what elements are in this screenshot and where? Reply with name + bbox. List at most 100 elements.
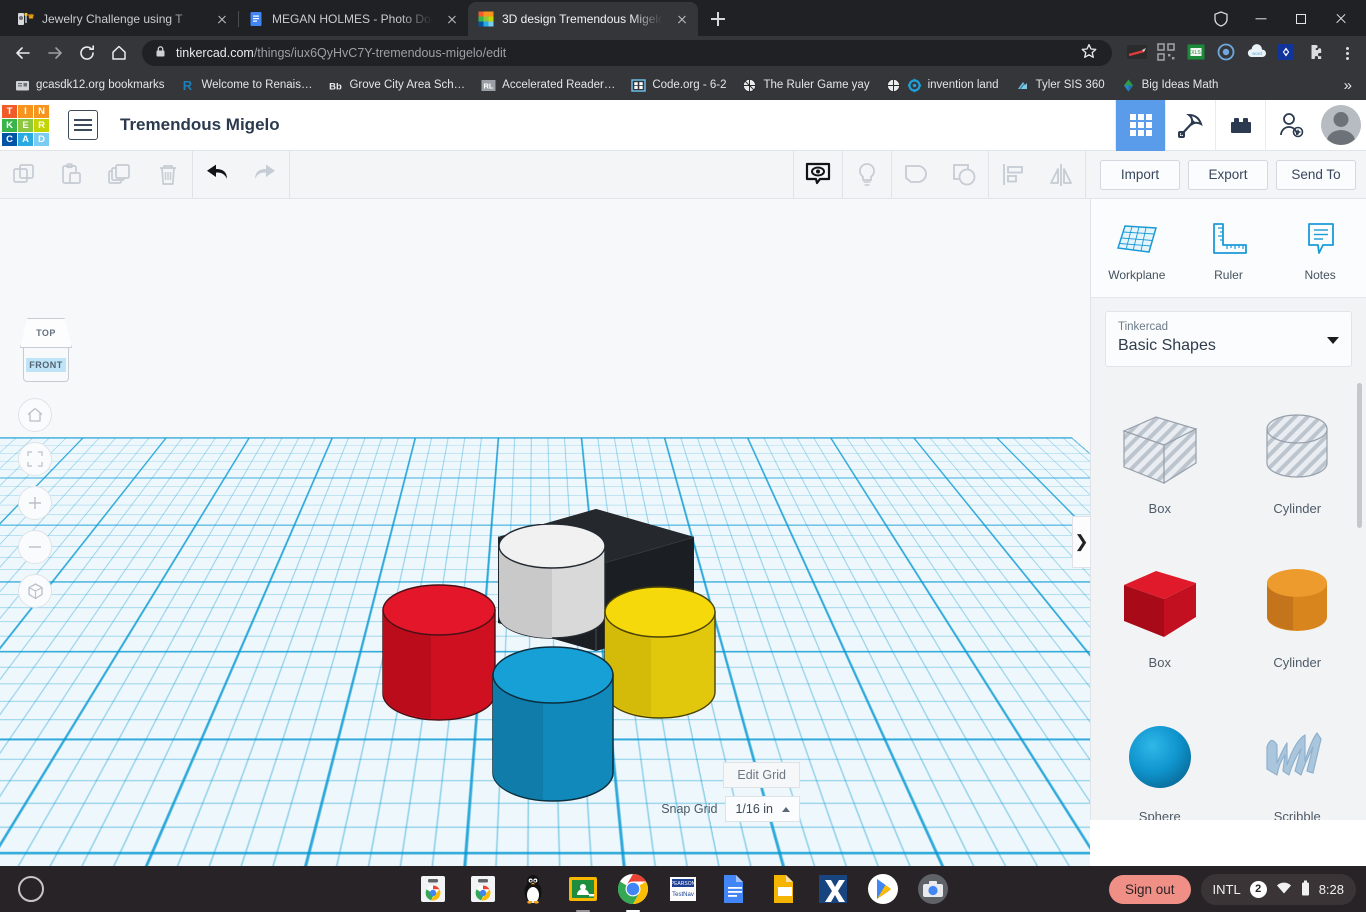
ruler-tool[interactable]: Ruler [1191,222,1265,282]
close-tab-1-icon[interactable] [214,11,230,27]
workplane-tool[interactable]: Workplane [1100,222,1174,282]
new-tab-button[interactable] [704,5,732,33]
close-tab-3-icon[interactable] [674,11,690,27]
security-shield-icon[interactable] [1212,10,1230,28]
browser-tab-2[interactable]: MEGAN HOLMES - Photo Docum [238,2,468,36]
snap-grid-select[interactable]: 1/16 in [725,796,800,822]
bookmark-item-1[interactable]: R Welcome to Renais… [173,75,319,96]
home-view-button[interactable] [18,398,52,432]
codeblocks-pickaxe-icon[interactable] [1165,99,1215,151]
puzzle-extensions-icon[interactable] [1306,42,1328,64]
shape-item-sphere[interactable]: Sphere [1091,695,1229,820]
user-avatar[interactable] [1315,100,1366,151]
xtramath-icon[interactable] [817,873,849,905]
camera-icon[interactable] [917,873,949,905]
zoom-in-button[interactable] [18,486,52,520]
address-bar[interactable]: tinkercad.com/things/iux6QyHvC7Y-tremend… [142,40,1112,66]
notes-tool[interactable]: Notes [1283,222,1357,282]
send-to-button[interactable]: Send To [1276,159,1356,190]
bookmark-item-0[interactable]: gcasdk12.org bookmarks [8,75,171,96]
cloud-icon[interactable]: word [1246,42,1268,64]
white-cylinder[interactable] [497,523,607,649]
shape-item-solid-box[interactable]: Box [1091,541,1229,693]
bookmark-item-5[interactable]: The Ruler Game yay [735,75,876,96]
project-list-menu-icon[interactable] [68,110,98,140]
pen-extension-icon[interactable] [1126,42,1148,64]
blue-cylinder[interactable] [491,645,615,822]
collapse-panel-handle[interactable]: ❯ [1072,516,1090,568]
invite-person-icon[interactable] [1265,99,1315,151]
pearson-testnav-icon[interactable]: PEARSON TestNav [667,873,699,905]
google-docs-icon[interactable] [717,873,749,905]
perspective-toggle-button[interactable] [18,574,52,608]
align-icon[interactable] [989,151,1037,199]
mirror-icon[interactable] [1037,151,1085,199]
minimize-window-button[interactable] [1242,6,1280,32]
shape-item-scribble[interactable]: Scribble [1229,695,1366,820]
copy-icon[interactable] [0,151,48,199]
shape-library-select[interactable]: Tinkercad Basic Shapes [1105,311,1352,367]
tux-linux-icon[interactable] [517,873,549,905]
undo-icon[interactable] [193,151,241,199]
bookmark-item-4[interactable]: Code.org - 6-2 [624,75,733,96]
design-canvas[interactable]: TOP FRONT Edit Grid Snap Grid 1/16 in [0,199,1090,866]
google-play-icon[interactable] [867,873,899,905]
bookmark-star-icon[interactable] [1080,42,1102,64]
diamond-extension-icon[interactable] [1276,42,1298,64]
shape-item-hole-box[interactable]: Box [1091,387,1229,539]
lego-brick-icon[interactable] [1215,99,1265,151]
view-cube[interactable]: TOP FRONT [14,314,78,388]
sign-out-button[interactable]: Sign out [1108,874,1191,904]
record-icon[interactable] [1216,42,1238,64]
yellow-cylinder[interactable] [603,586,717,733]
chrome-app-2-icon[interactable] [467,873,499,905]
shape-item-solid-cylinder[interactable]: Cylinder [1229,541,1366,693]
maximize-window-button[interactable] [1282,6,1320,32]
bookmark-item-2[interactable]: Bb Grove City Area Sch… [321,75,472,96]
three-dot-menu-icon[interactable] [1336,42,1358,64]
bookmarks-overflow-button[interactable]: » [1338,77,1358,94]
show-hide-eye-icon[interactable] [794,151,842,199]
redo-icon[interactable] [241,151,289,199]
light-bulb-icon[interactable] [843,151,891,199]
shape-list[interactable]: Box Cylinder Box Cylinder Sphere Scribbl… [1091,377,1366,820]
save-to-drive-icon[interactable]: XLS [1186,42,1208,64]
google-chrome-icon[interactable] [617,873,649,912]
gallery-grid-icon[interactable] [1115,99,1165,151]
browser-tab-3[interactable]: 3D design Tremendous Migelo | [468,2,698,36]
bookmark-item-3[interactable]: RL Accelerated Reader… [474,75,622,96]
duplicate-icon[interactable] [96,151,144,199]
paste-icon[interactable] [48,151,96,199]
status-tray[interactable]: INTL 2 8:28 [1200,873,1356,905]
browser-tab-1[interactable]: Jewelry Challenge using T [8,2,239,36]
group-icon[interactable] [892,151,940,199]
zoom-out-button[interactable] [18,530,52,564]
shape-list-scrollbar[interactable] [1357,383,1362,528]
home-button[interactable] [104,38,134,68]
design-title[interactable]: Tremendous Migelo [120,115,280,135]
forward-button[interactable] [40,38,70,68]
reload-button[interactable] [72,38,102,68]
delete-trash-icon[interactable] [144,151,192,199]
bookmark-item-7[interactable]: Tyler SIS 360 [1008,75,1112,96]
view-cube-front-face[interactable]: FRONT [23,348,69,382]
google-slides-icon[interactable] [767,873,799,905]
close-tab-2-icon[interactable] [444,11,460,27]
google-classroom-icon[interactable] [567,873,599,912]
close-window-button[interactable] [1322,6,1360,32]
edit-grid-button[interactable]: Edit Grid [723,762,800,788]
import-button[interactable]: Import [1100,159,1180,190]
shape-item-hole-cylinder[interactable]: Cylinder [1229,387,1366,539]
bookmark-item-6[interactable]: invention land [879,75,1006,96]
tinkercad-logo[interactable]: T I N K E R C A D [2,104,50,146]
launcher-button[interactable] [8,876,54,902]
back-button[interactable] [8,38,38,68]
export-button[interactable]: Export [1188,159,1268,190]
ungroup-icon[interactable] [940,151,988,199]
fit-to-view-button[interactable] [18,442,52,476]
bookmark-item-8[interactable]: Big Ideas Math [1114,75,1226,96]
qr-code-icon[interactable] [1156,42,1178,64]
red-cylinder[interactable] [381,584,497,735]
chrome-app-1-icon[interactable] [417,873,449,905]
view-cube-top-face[interactable]: TOP [20,318,72,348]
